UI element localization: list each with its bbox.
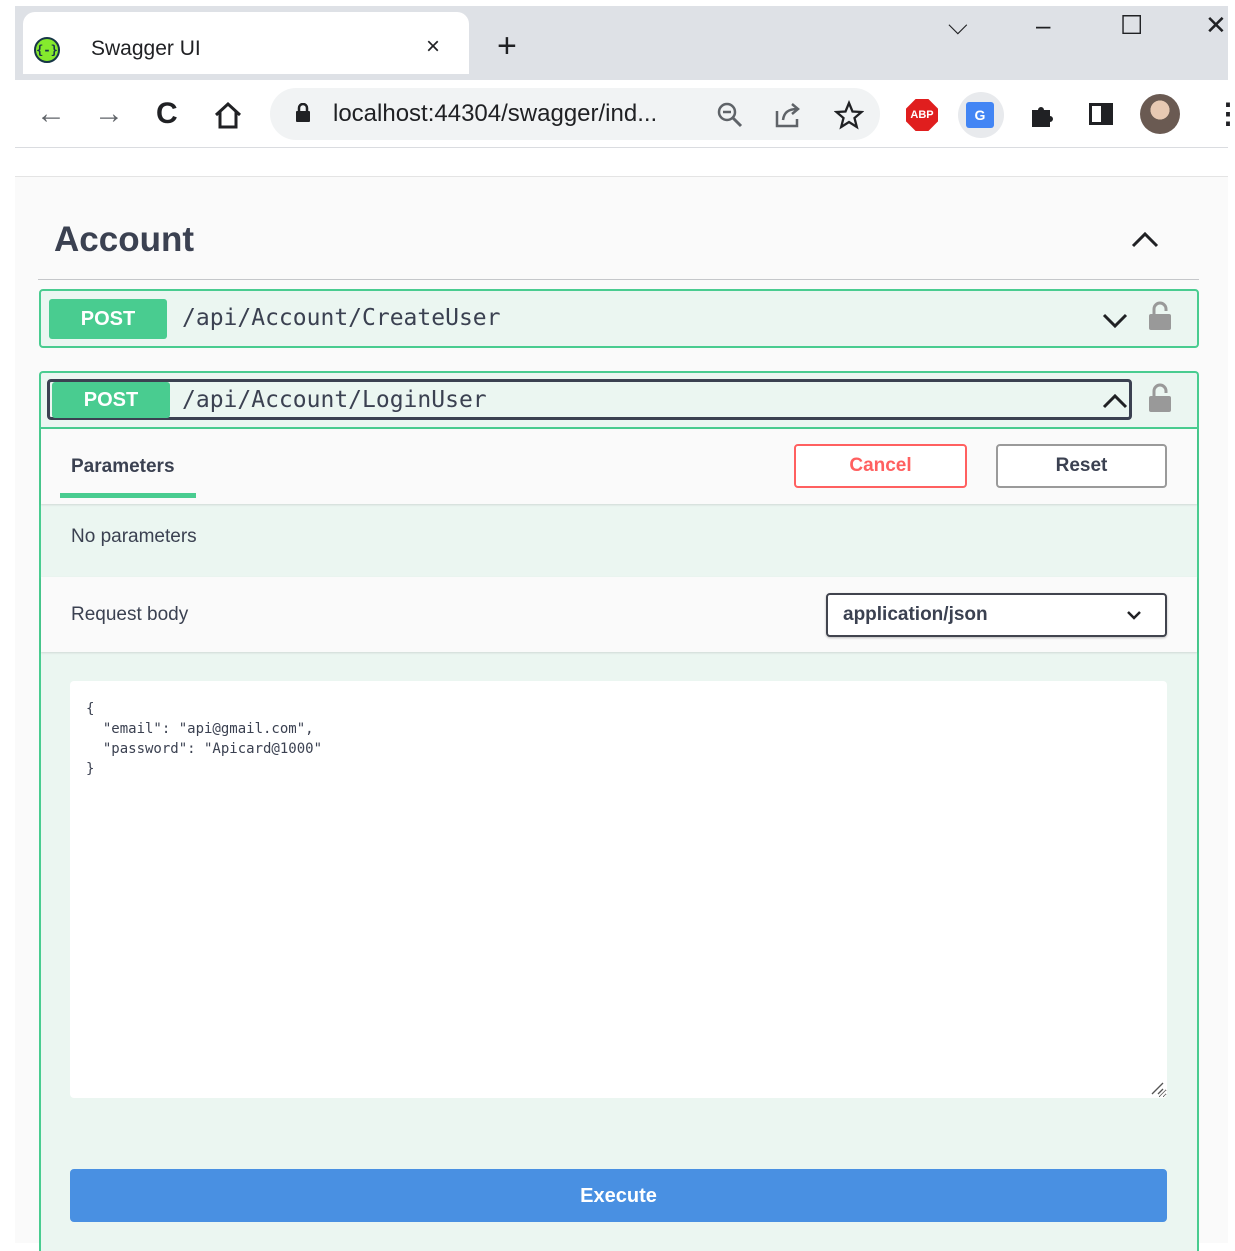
select-chevron-down-icon[interactable] <box>1125 606 1143 624</box>
request-body-label: Request body <box>71 604 189 625</box>
operation-path[interactable]: /api/Account/CreateUser <box>182 305 501 331</box>
home-icon[interactable] <box>212 99 244 131</box>
minimize-icon[interactable]: – <box>1036 10 1050 40</box>
url-text[interactable]: localhost:44304/swagger/ind... <box>333 100 657 128</box>
collapse-chevron-up-icon[interactable] <box>1100 386 1130 416</box>
tab-search-chevron-icon[interactable]: ⌵ <box>948 10 968 40</box>
method-badge[interactable]: POST <box>52 382 170 418</box>
bookmark-star-icon[interactable] <box>834 100 864 130</box>
tab-parameters[interactable]: Parameters <box>71 456 175 478</box>
profile-avatar[interactable] <box>1140 94 1180 134</box>
browser-tab[interactable] <box>23 12 469 74</box>
browser-menu-icon[interactable]: ⋮ <box>1214 95 1235 133</box>
share-icon[interactable] <box>773 101 803 129</box>
collapse-section-chevron-up-icon[interactable] <box>1128 222 1162 256</box>
operation-path[interactable]: /api/Account/LoginUser <box>182 387 487 413</box>
section-title[interactable]: Account <box>54 220 194 260</box>
method-badge[interactable]: POST <box>49 299 167 339</box>
close-window-icon[interactable]: ✕ <box>1205 10 1227 40</box>
authorize-lock-icon[interactable] <box>1148 301 1172 331</box>
request-body-editor[interactable]: { "email": "api@gmail.com", "password": … <box>70 681 1167 1098</box>
side-panel-icon[interactable] <box>1089 103 1113 125</box>
reload-icon[interactable]: C <box>156 95 178 133</box>
new-tab-button[interactable]: + <box>497 26 517 66</box>
no-parameters-text: No parameters <box>71 526 197 547</box>
back-icon[interactable]: ← <box>36 95 66 133</box>
tab-close-icon[interactable]: × <box>426 32 440 62</box>
tab-active-indicator <box>60 493 196 498</box>
swagger-favicon-icon: {-} <box>34 37 60 63</box>
execute-button[interactable]: Execute <box>70 1169 1167 1222</box>
content-type-value[interactable]: application/json <box>843 604 988 626</box>
authorize-lock-icon[interactable] <box>1148 383 1172 413</box>
cancel-button[interactable]: Cancel <box>794 444 967 488</box>
expand-chevron-down-icon[interactable] <box>1100 305 1130 335</box>
lock-icon[interactable] <box>294 103 312 123</box>
extensions-puzzle-icon[interactable] <box>1027 100 1057 130</box>
reset-button[interactable]: Reset <box>996 444 1167 488</box>
tab-title: Swagger UI <box>91 37 201 60</box>
google-translate-icon[interactable]: G <box>966 102 994 128</box>
resize-handle-icon[interactable] <box>1150 1081 1164 1095</box>
zoom-icon[interactable] <box>716 101 744 129</box>
section-divider <box>38 279 1199 280</box>
forward-icon[interactable]: → <box>94 95 124 133</box>
maximize-icon[interactable]: ☐ <box>1120 10 1143 40</box>
